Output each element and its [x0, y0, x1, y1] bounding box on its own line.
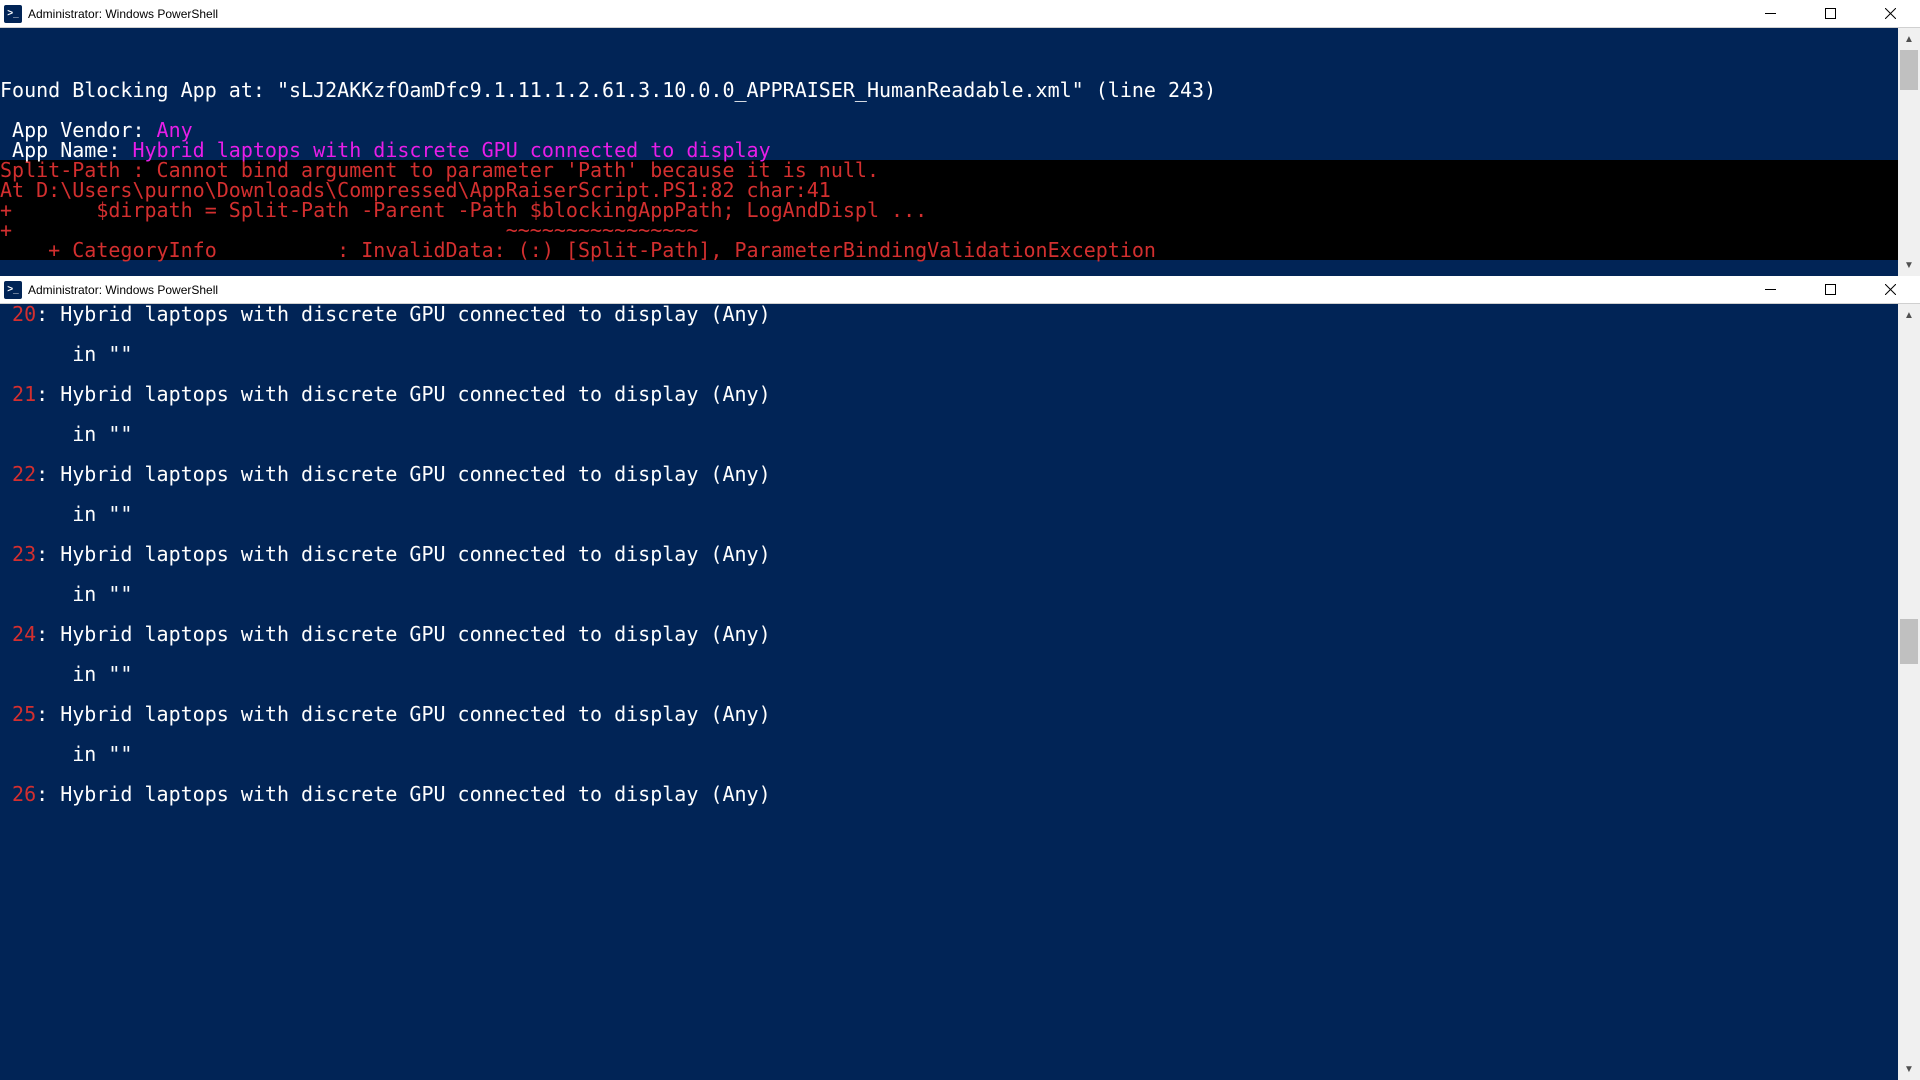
window-controls	[1740, 276, 1920, 303]
maximize-button[interactable]	[1800, 276, 1860, 303]
console-output: Found Blocking App at: "sLJ2AKKzfOamDfc9…	[0, 28, 1920, 260]
close-icon	[1885, 8, 1896, 19]
powershell-icon: >_	[4, 5, 22, 23]
maximize-icon	[1825, 284, 1836, 295]
window-title: Administrator: Windows PowerShell	[28, 283, 218, 297]
entry-sub: in ""	[0, 742, 132, 766]
maximize-icon	[1825, 8, 1836, 19]
entry-sub: in ""	[0, 662, 132, 686]
scroll-down-button[interactable]: ▼	[1898, 254, 1920, 276]
titlebar[interactable]: >_ Administrator: Windows PowerShell	[0, 276, 1920, 304]
entry-text: : Hybrid laptops with discrete GPU conne…	[36, 304, 771, 326]
titlebar[interactable]: >_ Administrator: Windows PowerShell	[0, 0, 1920, 28]
powershell-icon: >_	[4, 281, 22, 299]
title-left: >_ Administrator: Windows PowerShell	[0, 5, 218, 23]
maximize-button[interactable]	[1800, 0, 1860, 27]
powershell-window-top: >_ Administrator: Windows PowerShell Fou…	[0, 0, 1920, 276]
entry-text: : Hybrid laptops with discrete GPU conne…	[36, 542, 771, 566]
scroll-thumb[interactable]	[1900, 50, 1918, 90]
console-output: 20: Hybrid laptops with discrete GPU con…	[0, 304, 1920, 804]
console-area[interactable]: Found Blocking App at: "sLJ2AKKzfOamDfc9…	[0, 28, 1920, 276]
error-block: Split-Path : Cannot bind argument to par…	[0, 160, 1920, 260]
entry-text: : Hybrid laptops with discrete GPU conne…	[36, 462, 771, 486]
scrollbar[interactable]: ▲ ▼	[1898, 304, 1920, 1080]
entry-index: 26	[0, 782, 36, 806]
error-line-5: + CategoryInfo : InvalidData: (:) [Split…	[0, 238, 1156, 262]
close-icon	[1885, 284, 1896, 295]
entry-text: : Hybrid laptops with discrete GPU conne…	[36, 782, 771, 806]
scroll-up-button[interactable]: ▲	[1898, 28, 1920, 50]
minimize-icon	[1765, 8, 1776, 19]
scroll-track[interactable]	[1898, 326, 1920, 1058]
found-blocking-line: Found Blocking App at: "sLJ2AKKzfOamDfc9…	[0, 78, 1216, 102]
powershell-window-bottom: >_ Administrator: Windows PowerShell 20:…	[0, 276, 1920, 1080]
entry-sub: in ""	[0, 422, 132, 446]
entry-text: : Hybrid laptops with discrete GPU conne…	[36, 382, 771, 406]
minimize-icon	[1765, 284, 1776, 295]
window-title: Administrator: Windows PowerShell	[28, 7, 218, 21]
entry-text: : Hybrid laptops with discrete GPU conne…	[36, 702, 771, 726]
scroll-track[interactable]	[1898, 50, 1920, 254]
entry-text: : Hybrid laptops with discrete GPU conne…	[36, 622, 771, 646]
window-controls	[1740, 0, 1920, 27]
scroll-thumb[interactable]	[1900, 619, 1918, 664]
entry-sub: in ""	[0, 582, 132, 606]
scroll-down-button[interactable]: ▼	[1898, 1058, 1920, 1080]
minimize-button[interactable]	[1740, 0, 1800, 27]
scroll-up-button[interactable]: ▲	[1898, 304, 1920, 326]
title-left: >_ Administrator: Windows PowerShell	[0, 281, 218, 299]
minimize-button[interactable]	[1740, 276, 1800, 303]
console-area[interactable]: 20: Hybrid laptops with discrete GPU con…	[0, 304, 1920, 1080]
close-button[interactable]	[1860, 276, 1920, 303]
close-button[interactable]	[1860, 0, 1920, 27]
entry-sub: in ""	[0, 342, 132, 366]
scrollbar[interactable]: ▲ ▼	[1898, 28, 1920, 276]
entry-sub: in ""	[0, 502, 132, 526]
